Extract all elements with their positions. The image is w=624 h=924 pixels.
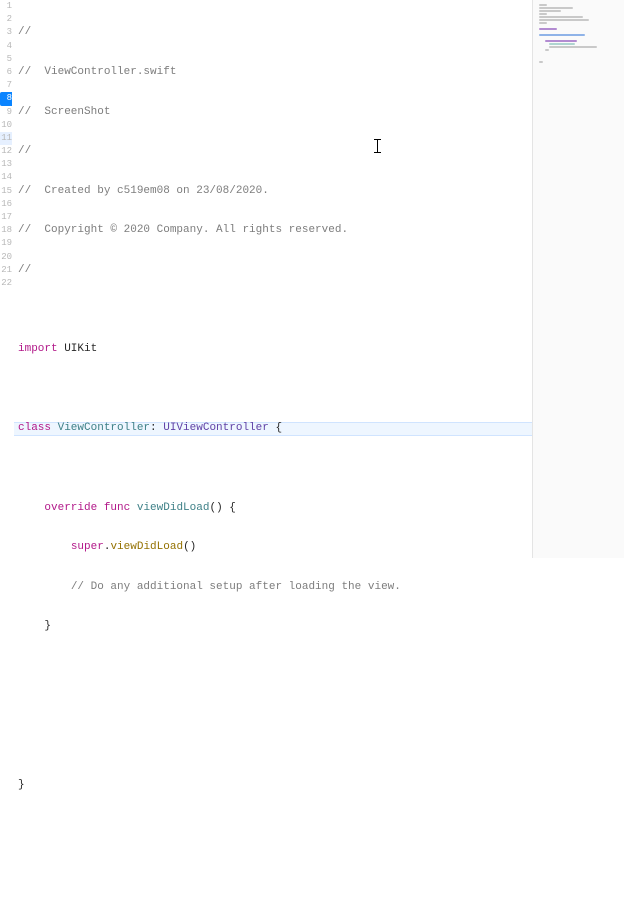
comment: // Copyright © 2020 Company. All rights … [18, 224, 348, 236]
line-number[interactable]: 3 [0, 26, 12, 39]
line-number[interactable]: 6 [0, 66, 12, 79]
line-number[interactable]: 15 [0, 185, 12, 198]
line-number[interactable]: 5 [0, 53, 12, 66]
line-number[interactable]: 10 [0, 119, 12, 132]
line-number[interactable]: 18 [0, 224, 12, 237]
minimap-line [549, 43, 575, 45]
minimap-line [539, 22, 547, 24]
minimap[interactable] [532, 0, 624, 558]
func-decl-line: override func viewDidLoad() { [18, 502, 532, 515]
comment: // Do any additional setup after loading… [71, 581, 401, 593]
line-number[interactable]: 16 [0, 198, 12, 211]
line-number[interactable]: 17 [0, 211, 12, 224]
minimap-line [539, 16, 583, 18]
line-number[interactable]: 1 [0, 0, 12, 13]
line-number[interactable]: 14 [0, 171, 12, 184]
minimap-line [545, 40, 577, 42]
minimap-line [539, 7, 573, 9]
line-number[interactable]: 7 [0, 79, 12, 92]
minimap-line [545, 49, 549, 51]
minimap-line [539, 28, 557, 30]
super-call-line: super.viewDidLoad() [18, 541, 532, 554]
line-number[interactable]: 21 [0, 264, 12, 277]
minimap-line [539, 4, 547, 6]
minimap-line [539, 19, 589, 21]
minimap-line [539, 61, 543, 63]
line-number[interactable]: 13 [0, 158, 12, 171]
line-number[interactable]: 8 [0, 92, 12, 105]
minimap-line [539, 10, 561, 12]
line-number[interactable]: 22 [0, 277, 12, 290]
minimap-line [539, 34, 585, 36]
comment: // [18, 26, 31, 38]
line-number[interactable]: 4 [0, 40, 12, 53]
code-editor: 12345678910111213141516171819202122 // /… [0, 0, 624, 558]
class-decl-line: class ViewController: UIViewController { [14, 422, 532, 435]
comment: // [18, 145, 31, 157]
line-number[interactable]: 12 [0, 145, 12, 158]
minimap-line [539, 13, 547, 15]
comment: // ViewController.swift [18, 66, 176, 78]
comment: // ScreenShot [18, 106, 110, 118]
line-number[interactable]: 11 [0, 132, 12, 145]
minimap-line [549, 46, 597, 48]
line-number[interactable]: 2 [0, 13, 12, 26]
import-line: import UIKit [18, 343, 532, 356]
code-area[interactable]: // // ViewController.swift // ScreenShot… [14, 0, 532, 558]
line-gutter[interactable]: 12345678910111213141516171819202122 [0, 0, 14, 558]
line-number[interactable]: 9 [0, 106, 12, 119]
comment: // Created by c519em08 on 23/08/2020. [18, 185, 269, 197]
line-number[interactable]: 19 [0, 237, 12, 250]
line-number[interactable]: 20 [0, 251, 12, 264]
comment: // [18, 264, 31, 276]
